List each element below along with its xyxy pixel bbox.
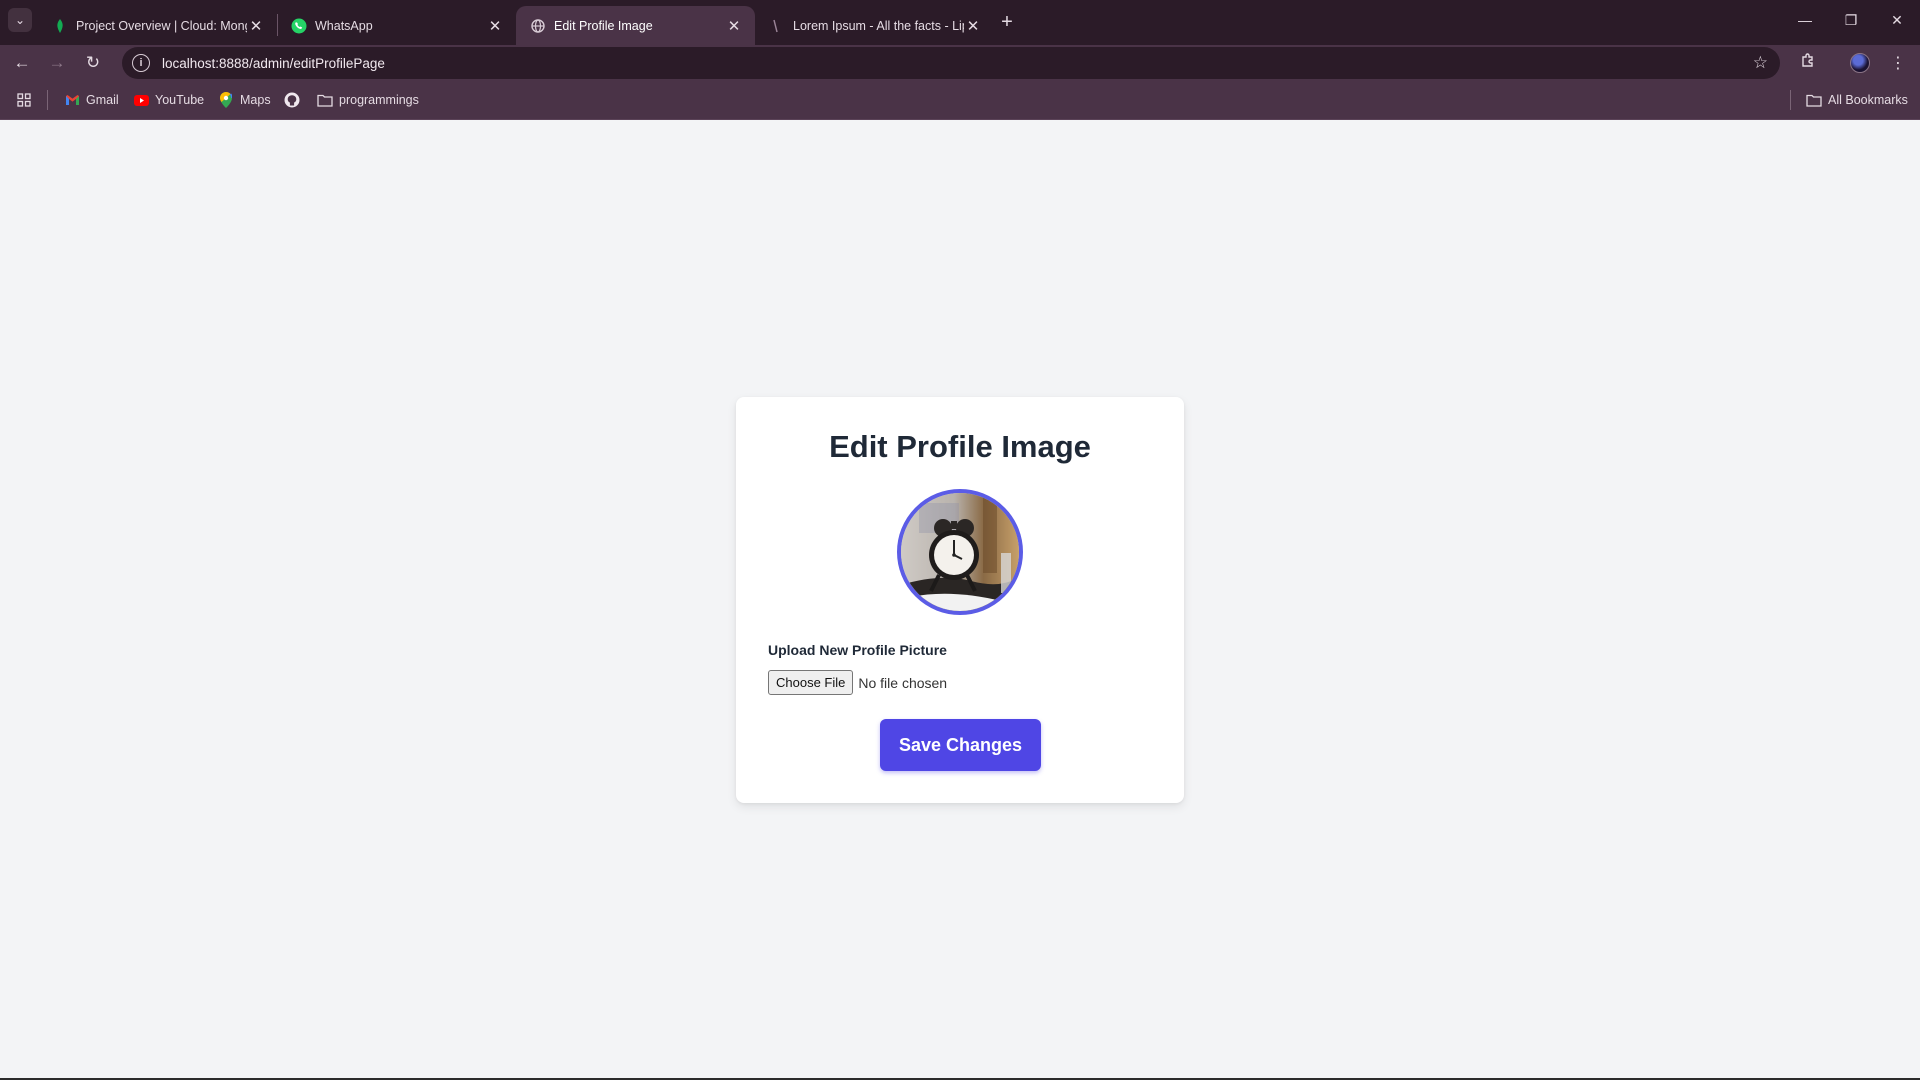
profile-image <box>897 489 1023 615</box>
bookmark-divider <box>47 90 48 110</box>
file-input[interactable]: Choose File No file chosen <box>768 670 947 695</box>
bookmark-label: YouTube <box>155 93 205 107</box>
apps-button[interactable] <box>16 90 38 110</box>
all-bookmarks-button[interactable]: All Bookmarks <box>1806 90 1908 110</box>
choose-file-button[interactable]: Choose File <box>768 670 854 695</box>
page-title: Edit Profile Image <box>829 429 1091 464</box>
reload-button[interactable]: ↻ <box>79 49 107 77</box>
plus-icon: + <box>1001 10 1013 33</box>
puzzle-icon <box>1800 52 1816 74</box>
chevron-down-icon: ⌄ <box>14 13 26 27</box>
tab-mongodb[interactable]: Project Overview | Cloud: MongoDB ✕ <box>38 6 277 45</box>
lipsum-icon <box>769 18 785 34</box>
bookmark-label: Maps <box>240 93 271 107</box>
profile-button[interactable] <box>1846 49 1874 77</box>
back-button[interactable]: ← <box>8 49 36 77</box>
bookmark-label: Gmail <box>86 93 119 107</box>
star-icon[interactable]: ☆ <box>1753 53 1768 73</box>
close-icon[interactable]: ✕ <box>247 17 265 35</box>
new-tab-button[interactable]: + <box>994 9 1020 35</box>
bookmark-folder-programmings[interactable]: programmings <box>317 90 419 110</box>
arrow-left-icon: ← <box>13 53 31 72</box>
restore-button[interactable]: ❐ <box>1828 0 1874 40</box>
upload-label: Upload New Profile Picture <box>768 642 947 658</box>
browser-toolbar: ← → ↻ i localhost:8888/admin/editProfile… <box>0 45 1920 81</box>
gmail-icon <box>64 92 80 108</box>
minimize-button[interactable]: — <box>1782 0 1828 40</box>
folder-icon <box>317 92 333 108</box>
close-window-button[interactable]: ✕ <box>1874 0 1920 40</box>
save-changes-button[interactable]: Save Changes <box>880 719 1041 771</box>
extensions-button[interactable] <box>1794 49 1822 77</box>
file-status-text: No file chosen <box>858 674 948 691</box>
bookmark-gmail[interactable]: Gmail <box>64 90 119 110</box>
bookmark-youtube[interactable]: YouTube <box>133 90 204 110</box>
arrow-right-icon: → <box>48 53 66 72</box>
tab-search-button[interactable]: ⌄ <box>8 8 32 32</box>
github-icon <box>284 92 300 108</box>
more-vert-icon: ⋮ <box>1890 55 1906 72</box>
bookmark-github[interactable] <box>284 90 306 110</box>
all-bookmarks-label: All Bookmarks <box>1828 93 1908 107</box>
close-icon[interactable]: ✕ <box>725 17 743 35</box>
mongodb-leaf-icon <box>52 18 68 34</box>
bookmark-label: programmings <box>339 93 419 107</box>
minimize-icon: — <box>1798 12 1812 28</box>
forward-button[interactable]: → <box>43 49 71 77</box>
bookmark-maps[interactable]: Maps <box>218 90 271 110</box>
folder-icon <box>1806 92 1822 108</box>
close-icon: ✕ <box>1891 11 1903 28</box>
globe-icon <box>530 18 546 34</box>
youtube-icon <box>133 92 149 108</box>
edit-profile-card: Edit Profile Image Upload New Profile Pi… <box>736 397 1184 803</box>
bookmark-divider <box>1790 90 1791 110</box>
close-icon[interactable]: ✕ <box>964 17 982 35</box>
tab-whatsapp[interactable]: WhatsApp ✕ <box>277 6 516 45</box>
avatar <box>1850 53 1870 73</box>
apps-grid-icon <box>16 92 32 108</box>
close-icon[interactable]: ✕ <box>486 17 504 35</box>
page-viewport: Edit Profile Image Upload New Profile Pi… <box>0 120 1920 1080</box>
address-bar[interactable]: i localhost:8888/admin/editProfilePage ☆ <box>122 47 1780 79</box>
whatsapp-icon <box>291 18 307 34</box>
reload-icon: ↻ <box>85 53 101 72</box>
tab-title: Project Overview | Cloud: MongoDB <box>76 18 247 33</box>
address-url[interactable]: localhost:8888/admin/editProfilePage <box>162 56 385 71</box>
tab-title: WhatsApp <box>315 18 373 33</box>
tab-edit-profile-image[interactable]: Edit Profile Image ✕ <box>516 6 755 45</box>
tab-strip: ⌄ Project Overview | Cloud: MongoDB ✕ Wh… <box>0 0 1920 45</box>
bookmarks-bar: Gmail YouTube Maps programmings All Book… <box>0 81 1920 120</box>
menu-button[interactable]: ⋮ <box>1884 49 1912 77</box>
tab-lorem-ipsum[interactable]: Lorem Ipsum - All the facts - Lipsum ✕ <box>755 6 994 45</box>
tab-title: Edit Profile Image <box>554 18 653 33</box>
restore-icon: ❐ <box>1844 11 1858 28</box>
alarm-clock-photo <box>901 493 1019 611</box>
maps-icon <box>218 92 234 108</box>
tab-title: Lorem Ipsum - All the facts - Lipsum <box>793 18 964 33</box>
site-info-icon[interactable]: i <box>132 54 150 72</box>
